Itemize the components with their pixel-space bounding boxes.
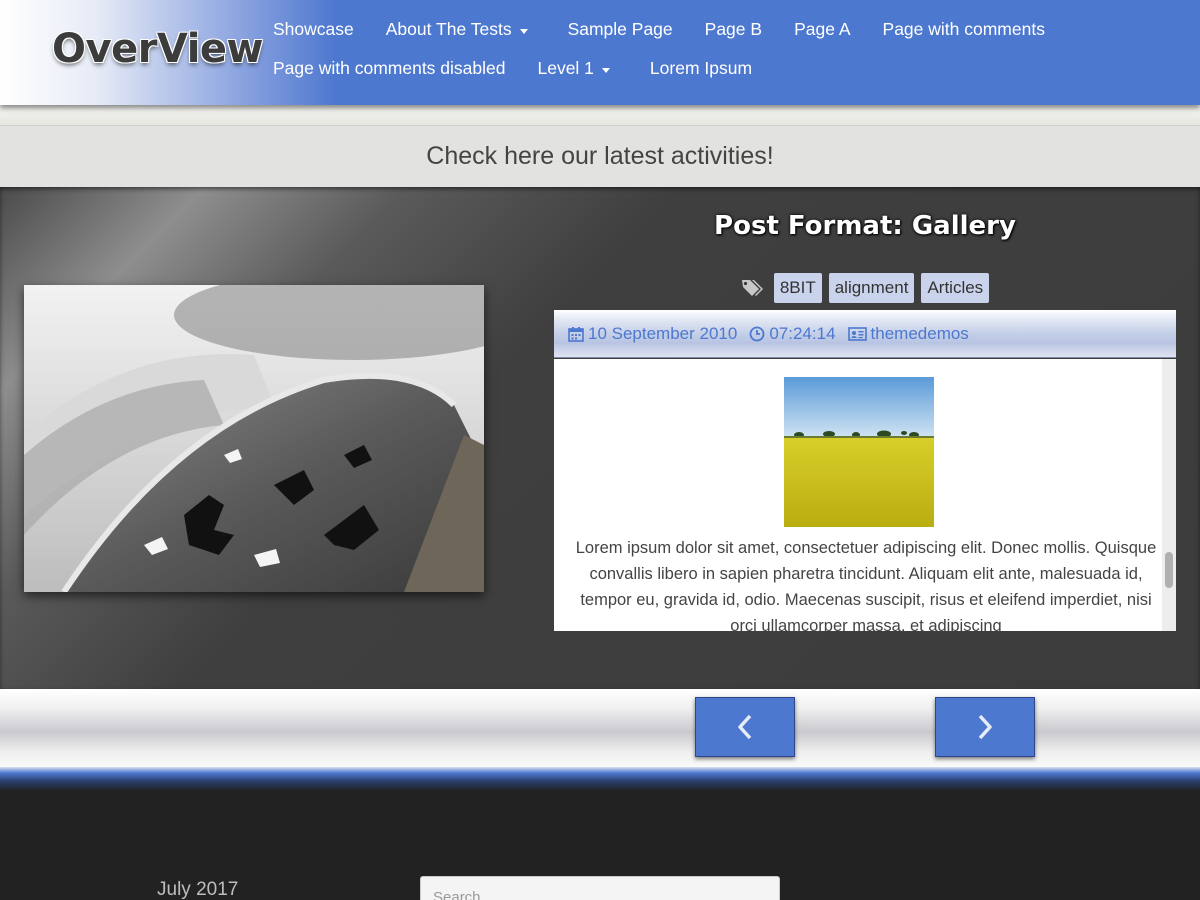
post-author[interactable]: themedemos: [847, 323, 969, 344]
post-content: Lorem ipsum dolor sit amet, consectetuer…: [554, 359, 1176, 631]
nav-item-about-the-tests[interactable]: About The Tests: [370, 19, 552, 40]
archive-link[interactable]: July 2017: [157, 879, 238, 900]
post-date-text: 10 September 2010: [588, 323, 738, 343]
nav-item-label: Showcase: [273, 19, 354, 39]
nav-row-1: Showcase About The Tests Sample Page Page B…: [257, 10, 1187, 49]
nav-item-page-with-comments-disabled[interactable]: Page with comments disabled: [257, 58, 521, 79]
main-nav: Showcase About The Tests Sample Page Page B…: [257, 10, 1187, 88]
post-time: 07:24:14: [749, 323, 836, 344]
nav-item-label: Sample Page: [567, 19, 673, 39]
content-scrollbar[interactable]: [1162, 359, 1176, 631]
site-header: OverView Showcase About The Tests Sample P…: [0, 0, 1200, 105]
search-input[interactable]: Search ...: [420, 876, 780, 900]
band-divider: [0, 105, 1200, 125]
chevron-right-icon: [978, 714, 992, 740]
latest-activities-band: Check here our latest activities!: [0, 125, 1200, 187]
nav-item-label: Page with comments disabled: [273, 58, 506, 78]
chevron-left-icon: [738, 714, 752, 740]
post-thumbnail[interactable]: [784, 377, 934, 527]
featured-image[interactable]: [24, 285, 484, 592]
featured-slider: Post Format: Gallery 8BIT alignment Arti…: [0, 187, 1200, 689]
tag-8bit[interactable]: 8BIT: [773, 273, 822, 303]
scrollbar-thumb[interactable]: [1165, 552, 1173, 588]
tag-alignment[interactable]: alignment: [828, 273, 915, 303]
author-card-icon: [847, 326, 867, 341]
nav-row-2: Page with comments disabled Level 1 Lorem …: [257, 49, 1187, 88]
nav-item-label: Page B: [704, 19, 763, 39]
nav-item-page-with-comments[interactable]: Page with comments: [867, 19, 1061, 40]
nav-item-level-1[interactable]: Level 1: [521, 58, 633, 79]
nav-item-label: Level 1: [537, 58, 594, 78]
nav-item-page-b[interactable]: Page B: [689, 19, 778, 40]
nav-item-lorem-ipsum[interactable]: Lorem Ipsum: [634, 58, 768, 79]
tags-icon: [741, 280, 763, 296]
nav-item-label: About The Tests: [385, 19, 512, 39]
clock-icon: [749, 326, 765, 341]
calendar-icon: [568, 326, 584, 342]
post-author-text: themedemos: [870, 323, 969, 343]
post-meta: 10 September 2010 07:24:14 themedemos: [554, 310, 1176, 358]
nav-item-page-a[interactable]: Page A: [778, 19, 866, 40]
nav-item-label: Lorem Ipsum: [649, 58, 753, 78]
caret-down-icon: [519, 29, 528, 34]
post-tags: 8BIT alignment Articles: [554, 273, 1176, 303]
post-title[interactable]: Post Format: Gallery: [554, 211, 1176, 241]
nav-item-sample-page[interactable]: Sample Page: [552, 19, 689, 40]
nav-item-showcase[interactable]: Showcase: [257, 19, 370, 40]
site-logo[interactable]: OverView: [52, 26, 263, 72]
tag-articles[interactable]: Articles: [921, 273, 990, 303]
post-excerpt: Lorem ipsum dolor sit amet, consectetuer…: [575, 539, 1157, 631]
nav-item-label: Page with comments: [882, 19, 1045, 39]
band-heading: Check here our latest activities!: [426, 142, 774, 170]
previous-slide-button[interactable]: [695, 697, 795, 757]
post-date[interactable]: 10 September 2010: [568, 324, 737, 344]
slider-controls: [0, 689, 1200, 767]
nav-item-label: Page A: [794, 19, 851, 39]
footer-divider: [0, 767, 1200, 791]
caret-down-icon: [601, 68, 610, 73]
next-slide-button[interactable]: [935, 697, 1035, 757]
post-time-text: 07:24:14: [769, 323, 836, 343]
